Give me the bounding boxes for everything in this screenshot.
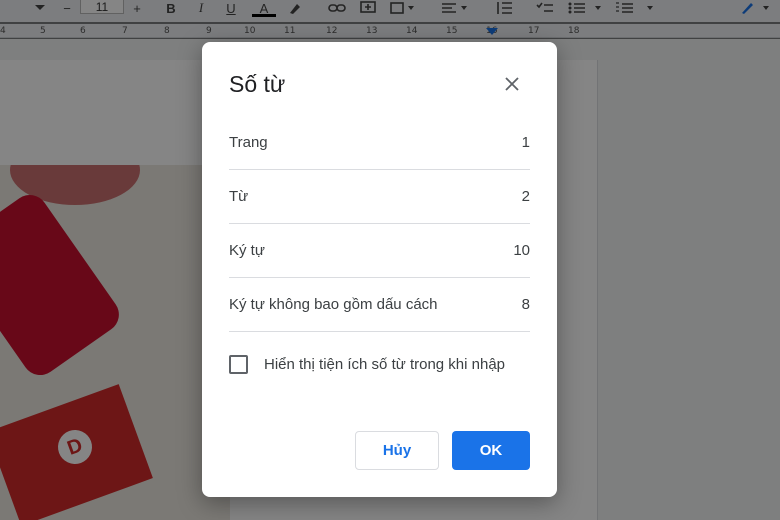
ok-button[interactable]: OK xyxy=(452,431,530,470)
stat-value: 10 xyxy=(513,242,530,259)
stat-value: 1 xyxy=(521,134,530,151)
stat-label: Ký tự không bao gồm dấu cách xyxy=(229,296,438,313)
cancel-button[interactable]: Hủy xyxy=(355,431,439,470)
stat-value: 8 xyxy=(521,296,530,313)
word-count-dialog: Số từ Trang 1 Từ 2 Ký tự 10 Ký tự không … xyxy=(202,42,557,497)
stat-row-characters: Ký tự 10 xyxy=(229,224,530,278)
display-word-count-checkbox[interactable] xyxy=(229,355,248,374)
stat-label: Ký tự xyxy=(229,242,265,259)
close-icon xyxy=(505,77,519,91)
stat-row-pages: Trang 1 xyxy=(229,116,530,170)
stat-row-words: Từ 2 xyxy=(229,170,530,224)
dialog-title: Số từ xyxy=(229,71,286,97)
stat-value: 2 xyxy=(521,188,530,205)
checkbox-label[interactable]: Hiển thị tiện ích số từ trong khi nhập xyxy=(264,356,505,373)
stat-label: Từ xyxy=(229,188,249,205)
display-word-count-option[interactable]: Hiển thị tiện ích số từ trong khi nhập xyxy=(229,355,505,374)
close-button[interactable] xyxy=(498,70,526,98)
stat-row-characters-no-spaces: Ký tự không bao gồm dấu cách 8 xyxy=(229,278,530,332)
stat-label: Trang xyxy=(229,134,268,151)
